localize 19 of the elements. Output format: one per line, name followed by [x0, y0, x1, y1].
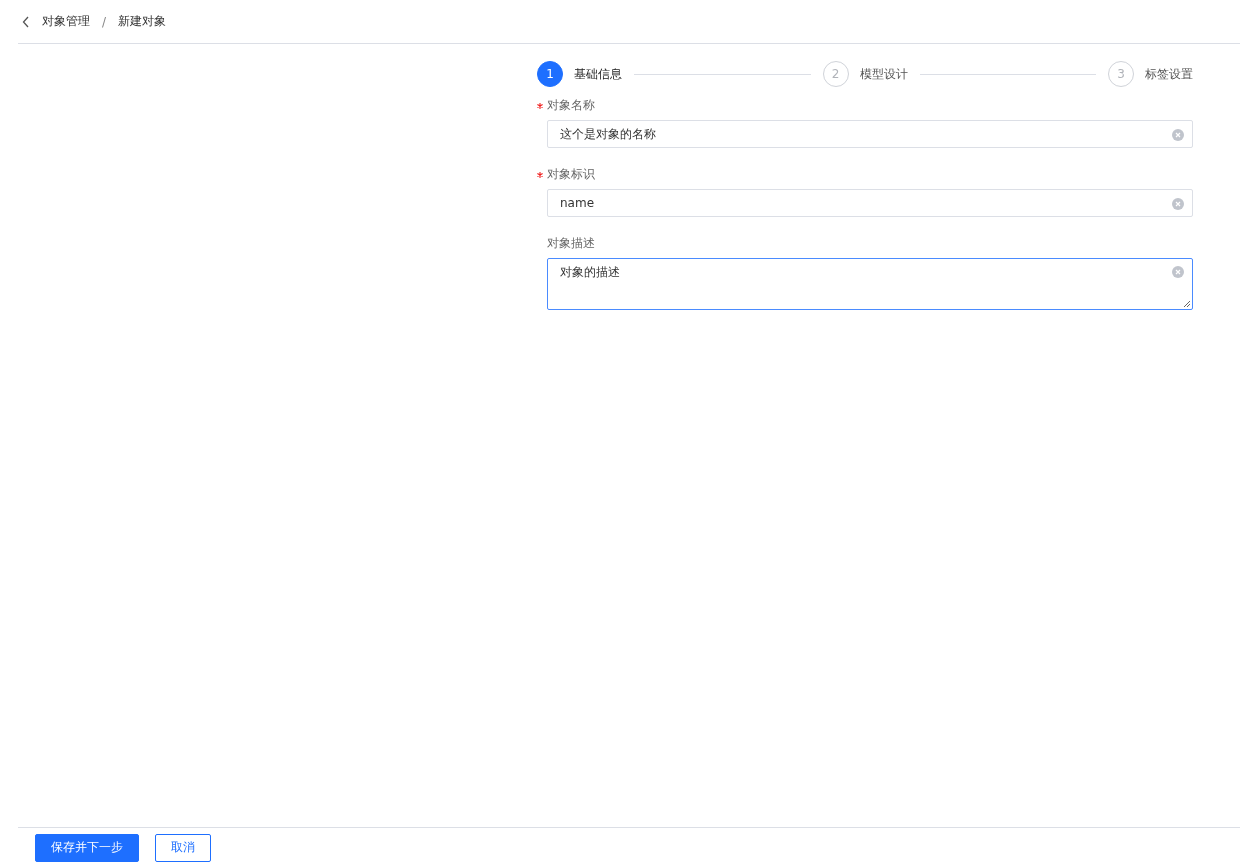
- field-label: 对象名称: [547, 96, 595, 114]
- save-next-button[interactable]: 保存并下一步: [35, 833, 139, 862]
- step-number: 1: [537, 61, 563, 87]
- field-label: 对象标识: [547, 165, 595, 183]
- input-field[interactable]: 这个是对象的名称: [547, 120, 1193, 148]
- breadcrumb-item[interactable]: 对象管理: [42, 13, 90, 30]
- breadcrumb-item: 新建对象: [118, 13, 167, 30]
- input-field[interactable]: name: [547, 189, 1193, 217]
- clear-icon[interactable]: [1172, 266, 1184, 278]
- field-label: 对象描述: [547, 234, 595, 252]
- textarea-field[interactable]: 对象的描述: [547, 258, 1193, 310]
- clear-icon[interactable]: [1172, 129, 1184, 141]
- step-label: 基础信息: [574, 65, 622, 83]
- step-label: 模型设计: [859, 65, 908, 83]
- cancel-button[interactable]: 取消: [155, 833, 211, 862]
- step-label: 标签设置: [1145, 65, 1193, 83]
- breadcrumb-separator: /: [102, 14, 107, 29]
- resize-handle-icon[interactable]: [1183, 300, 1191, 308]
- clear-icon[interactable]: [1172, 198, 1184, 210]
